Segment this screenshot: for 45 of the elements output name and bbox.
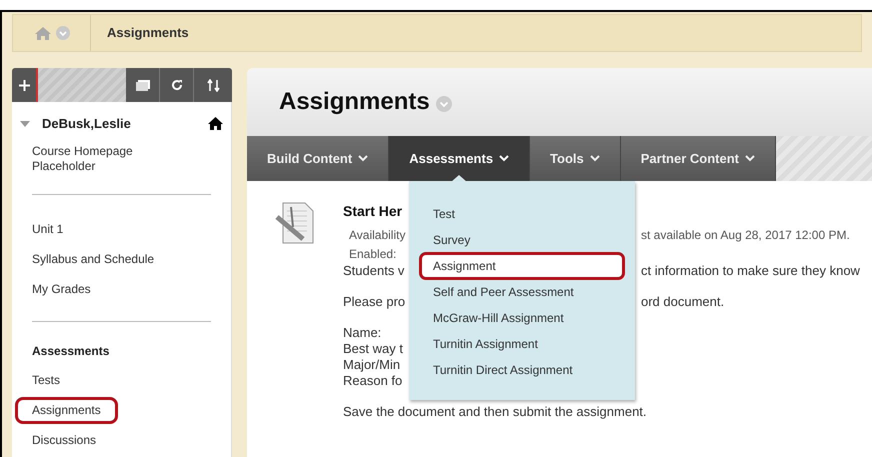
course-menu-link[interactable]: Assignments (18, 400, 115, 421)
home-icon[interactable] (208, 117, 223, 130)
breadcrumb-current: Assignments (107, 24, 189, 42)
nav-tab[interactable]: Tools (530, 136, 621, 181)
menu-item[interactable]: Survey (421, 231, 482, 249)
item-text: Enabled: (349, 247, 396, 261)
menu-item[interactable]: Assignment (421, 254, 623, 278)
course-menu-link[interactable]: Tests (32, 373, 60, 388)
item-text: Reason fo (343, 373, 402, 388)
nav-tab[interactable]: Build Content (247, 136, 390, 181)
window-icon (136, 80, 150, 90)
nav-tab[interactable]: Assessments (389, 136, 530, 181)
chevron-down-icon (590, 155, 600, 162)
sort-arrows-icon (206, 78, 220, 92)
item-title[interactable]: Start Her (343, 203, 402, 219)
item-text: ord document. (641, 294, 724, 310)
section-heading: Assessments (32, 342, 110, 360)
course-menu-link[interactable]: Course Homepage Placeholder (32, 144, 162, 174)
item-text: Name: (343, 325, 382, 340)
item-text: Please pro (343, 294, 406, 309)
page-title: Assignments (279, 87, 430, 117)
course-menu-link[interactable]: Syllabus and Schedule (32, 252, 154, 267)
chevron-down-icon (358, 155, 368, 162)
item-text: Major/Min (343, 357, 400, 372)
course-name: DeBusk,Leslie (42, 115, 132, 133)
item-text: ct information to make sure they know (641, 263, 860, 279)
refresh-icon (170, 79, 182, 91)
course-menu-link[interactable]: My Grades (32, 282, 91, 297)
plus-icon (18, 80, 30, 90)
chevron-down-icon (744, 155, 755, 162)
collapse-triangle-icon[interactable] (20, 120, 30, 127)
chevron-down-icon (499, 155, 510, 162)
menu-item[interactable]: Turnitin Direct Assignment (421, 361, 585, 379)
menu-item[interactable]: Turnitin Assignment (421, 335, 550, 353)
course-menu-link[interactable]: Unit 1 (32, 222, 64, 237)
course-menu-link[interactable]: Discussions (32, 433, 96, 448)
item-text: Save the document and then submit the assignment. (343, 404, 647, 419)
item-text: Best way t (343, 341, 403, 356)
item-text: st available on Aug 28, 2017 12:00 PM. (641, 227, 850, 244)
menu-item[interactable]: Self and Peer Assessment (421, 283, 586, 301)
item-text: Availability (349, 228, 406, 242)
nav-tab[interactable]: Partner Content (620, 136, 776, 181)
item-text: Students v (343, 263, 404, 278)
menu-item[interactable]: McGraw-Hill Assignment (421, 309, 576, 327)
menu-item[interactable]: Test (421, 205, 468, 223)
